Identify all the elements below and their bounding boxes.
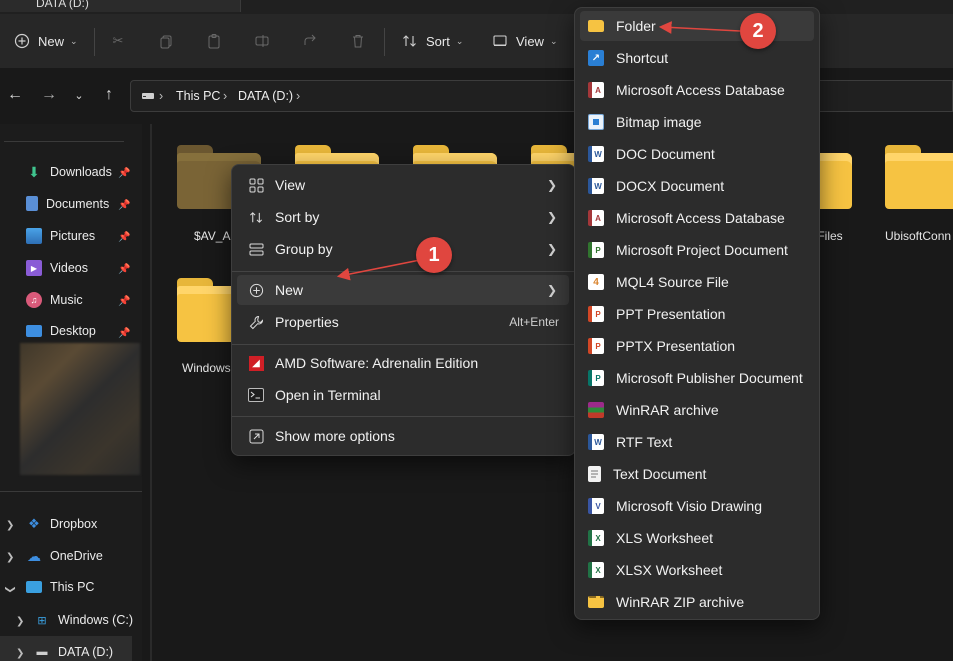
annotation-badge-2: 2: [740, 13, 776, 49]
annotation-arrow-2: [658, 21, 741, 34]
annotation-arrows: [336, 21, 741, 281]
annotation-badge-1: 1: [416, 237, 452, 273]
annotation-arrow-1: [336, 259, 421, 281]
